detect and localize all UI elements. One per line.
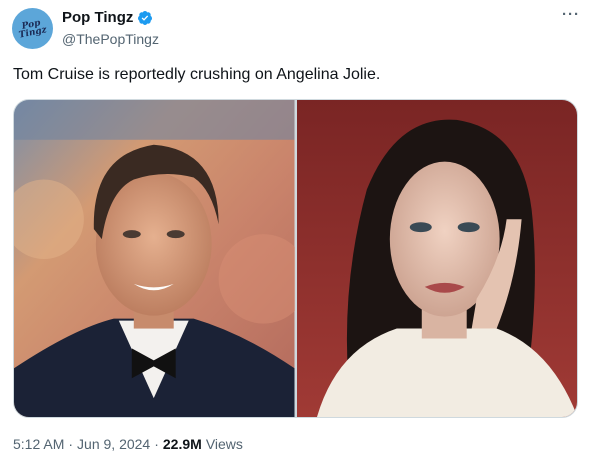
- avatar-logo-text: Pop Tingz: [18, 17, 49, 41]
- more-options-icon[interactable]: ···: [562, 6, 580, 23]
- tweet-time[interactable]: 5:12 AM: [13, 436, 64, 452]
- tweet-meta: 5:12 AM · Jun 9, 2024 · 22.9M Views: [13, 436, 243, 452]
- author-name-row: Pop Tingz: [62, 9, 153, 26]
- handle[interactable]: @ThePopTingz: [62, 31, 159, 47]
- photo-left[interactable]: [14, 100, 295, 417]
- avatar[interactable]: Pop Tingz: [12, 8, 53, 49]
- display-name[interactable]: Pop Tingz: [62, 9, 133, 26]
- man-in-tuxedo-photo: [14, 100, 295, 417]
- media-grid: [13, 99, 578, 418]
- meta-separator: ·: [68, 436, 74, 452]
- meta-separator: ·: [154, 436, 159, 452]
- tweet-text: Tom Cruise is reportedly crushing on Ang…: [13, 66, 381, 83]
- views-label: Views: [205, 436, 243, 452]
- views-count: 22.9M: [162, 436, 202, 452]
- verified-badge-icon: [138, 10, 153, 25]
- woman-portrait-photo: [296, 100, 577, 417]
- tweet-date[interactable]: Jun 9, 2024: [77, 436, 150, 452]
- photo-right[interactable]: [296, 100, 577, 417]
